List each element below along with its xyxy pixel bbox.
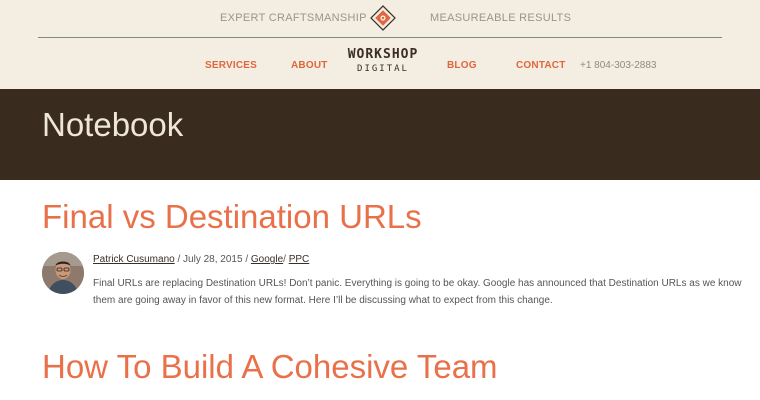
logo-line-1: WORKSHOP [347,47,419,62]
nav-blog[interactable]: BLOG [447,60,477,71]
avatar-portrait-icon [42,252,84,294]
logo-diamond-icon[interactable] [370,5,396,31]
tagline-left: EXPERT CRAFTSMANSHIP [220,12,367,24]
author-avatar [42,252,84,294]
author-link[interactable]: Patrick Cusumano [93,254,175,265]
tagline-right: MEASUREABLE RESULTS [430,12,572,24]
category-link-google[interactable]: Google [251,254,283,265]
nav-contact[interactable]: CONTACT [516,60,566,71]
nav-about[interactable]: ABOUT [291,60,328,71]
post-meta: Patrick Cusumano / July 28, 2015 / Googl… [93,254,309,265]
post-date: July 28, 2015 [183,254,243,265]
site-header: EXPERT CRAFTSMANSHIP MEASUREABLE RESULTS… [0,0,760,89]
category-link-ppc[interactable]: PPC [289,254,310,265]
post-title-link[interactable]: Final vs Destination URLs [42,198,422,236]
post-title-link[interactable]: How To Build A Cohesive Team [42,348,498,386]
post-excerpt: Final URLs are replacing Destination URL… [93,278,742,306]
phone-number[interactable]: +1 804-303-2883 [580,60,656,71]
meta-separator: / [174,254,184,265]
hero-banner: Notebook [0,89,760,180]
header-divider [38,37,722,38]
logo-wordmark[interactable]: WORKSHOP DIGITAL [344,47,422,75]
meta-separator: / [242,254,251,265]
page-title: Notebook [42,106,184,143]
logo-line-2: DIGITAL [357,64,409,74]
nav-services[interactable]: SERVICES [205,60,257,71]
